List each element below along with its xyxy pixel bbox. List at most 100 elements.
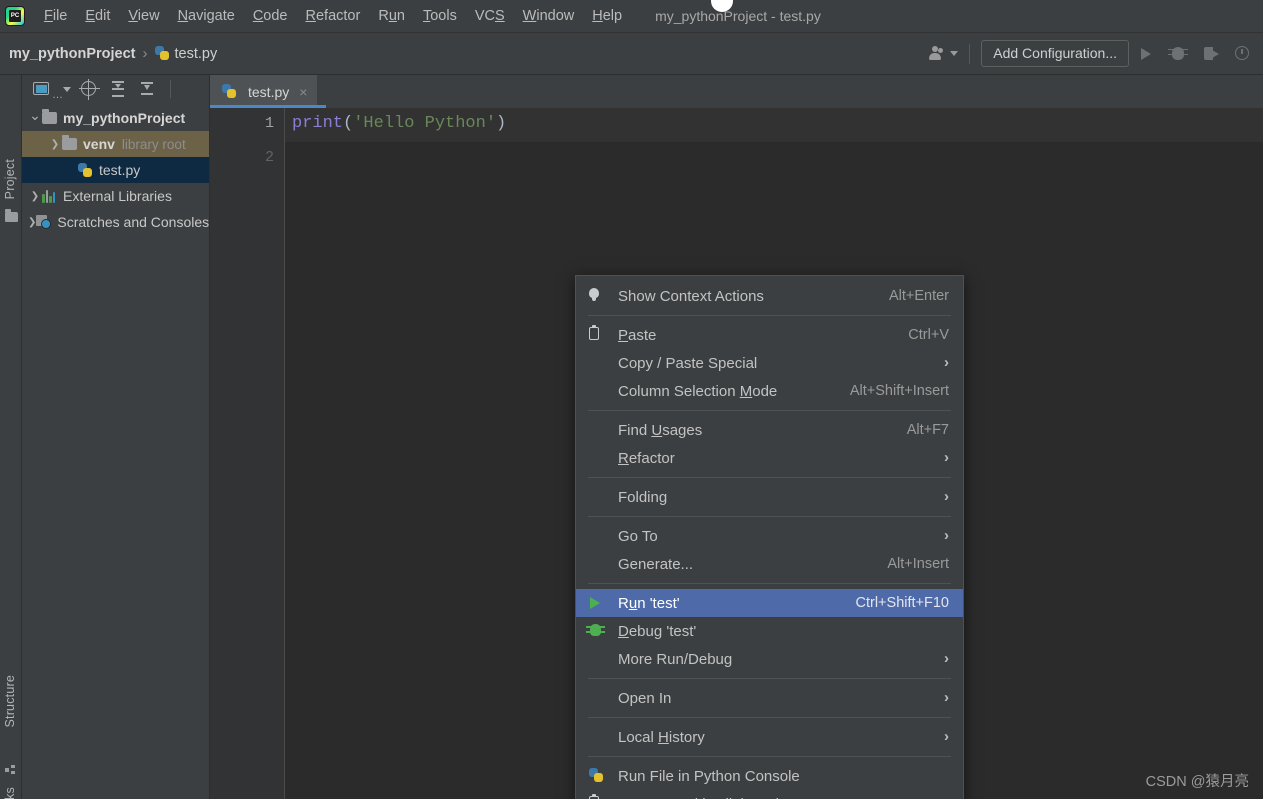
menu-help[interactable]: Help [583, 3, 631, 29]
debug-icon [576, 617, 618, 645]
menu-window[interactable]: Window [514, 3, 584, 29]
menu-edit[interactable]: Edit [76, 3, 119, 29]
tree-label: External Libraries [63, 188, 172, 204]
no-icon [576, 483, 618, 511]
chevron-right-icon: › [944, 689, 949, 706]
add-configuration-button[interactable]: Add Configuration... [981, 40, 1129, 67]
editor-context-menu: Show Context Actions Alt+Enter Paste Ctr… [575, 275, 964, 799]
menu-item-more-run-debug[interactable]: More Run/Debug › [576, 645, 963, 673]
menu-code[interactable]: Code [244, 3, 297, 29]
chevron-down-icon[interactable] [28, 110, 42, 127]
menu-item-local-history[interactable]: Local History › [576, 723, 963, 751]
project-view-selector-icon[interactable]: … [30, 78, 74, 101]
folder-icon [62, 135, 77, 150]
menu-item-folding[interactable]: Folding › [576, 483, 963, 511]
debug-button[interactable] [1163, 41, 1193, 67]
lightbulb-icon [576, 282, 618, 310]
attach-process-button[interactable] [1195, 41, 1225, 67]
tree-row-test-py[interactable]: test.py [22, 157, 209, 183]
menu-refactor[interactable]: Refactor [297, 3, 370, 29]
menu-vcs[interactable]: VCS [466, 3, 514, 29]
python-file-icon [222, 84, 237, 99]
menu-item-label: Find Usages [618, 421, 703, 439]
breadcrumb-project[interactable]: my_pythonProject [9, 46, 136, 62]
menu-item-go-to[interactable]: Go To › [576, 522, 963, 550]
menu-item-label: Debug 'test' [618, 622, 697, 640]
chevron-right-icon[interactable] [28, 190, 42, 202]
chevron-down-icon[interactable] [950, 51, 959, 56]
locate-file-icon[interactable] [77, 78, 103, 100]
tree-row-project-root[interactable]: my_pythonProject [22, 105, 209, 131]
editor-tab-bar: test.py × [210, 75, 1263, 108]
tree-row-venv[interactable]: venv library root [22, 131, 209, 157]
breadcrumb-separator: › [142, 45, 148, 62]
menu-item-label: Refactor [618, 449, 675, 467]
no-icon [576, 377, 618, 405]
python-icon [576, 762, 618, 790]
tool-window-project-label[interactable]: Project [3, 159, 17, 199]
menu-item-label: Compare with Clipboard [618, 796, 949, 799]
expand-all-icon[interactable] [106, 78, 132, 100]
tree-label: Scratches and Consoles [57, 214, 209, 230]
left-tool-strip: Project Structure Bookmarks [0, 75, 22, 799]
menu-divider [588, 583, 951, 584]
menu-divider [588, 410, 951, 411]
menu-divider [588, 756, 951, 757]
menu-item-column-selection-mode[interactable]: Column Selection Mode Alt+Shift+Insert [576, 377, 963, 405]
collapse-all-icon[interactable] [135, 78, 161, 100]
project-folder-icon [5, 209, 18, 222]
line-number: 1 [264, 115, 274, 132]
menu-item-run-file-in-python-console[interactable]: Run File in Python Console [576, 762, 963, 790]
menu-divider [588, 516, 951, 517]
pycharm-window: PC File Edit View Navigate Code Refactor… [0, 0, 1263, 799]
code-line-1[interactable]: print('Hello Python') [292, 114, 506, 133]
run-button[interactable] [1131, 41, 1161, 67]
menu-item-label: Paste [618, 326, 657, 344]
navigation-bar: my_pythonProject › test.py Add Configura… [0, 33, 1263, 75]
libraries-icon [42, 189, 57, 203]
toolbar-divider [969, 43, 971, 64]
chevron-right-icon[interactable] [28, 216, 36, 228]
tool-window-bookmarks-label[interactable]: Bookmarks [3, 787, 17, 799]
menu-run[interactable]: Run [369, 3, 414, 29]
code-token-open-paren: ( [343, 114, 354, 133]
menu-file[interactable]: File [35, 3, 76, 29]
menu-item-label: Column Selection Mode [618, 382, 778, 400]
menu-item-show-context-actions[interactable]: Show Context Actions Alt+Enter [576, 282, 963, 310]
user-settings-icon[interactable] [928, 46, 945, 61]
menu-item-paste[interactable]: Paste Ctrl+V [576, 321, 963, 349]
tree-row-external-libraries[interactable]: External Libraries [22, 183, 209, 209]
menu-view[interactable]: View [119, 3, 168, 29]
code-token-function: print [292, 114, 344, 133]
menu-item-run-test[interactable]: Run 'test' Ctrl+Shift+F10 [576, 589, 963, 617]
menu-item-label: Run File in Python Console [618, 767, 800, 785]
menu-item-compare-with-clipboard[interactable]: Compare with Clipboard [576, 790, 963, 799]
menu-item-open-in[interactable]: Open In › [576, 684, 963, 712]
menu-item-refactor[interactable]: Refactor › [576, 444, 963, 472]
menu-item-shortcut: Alt+F7 [906, 422, 949, 438]
structure-icon [5, 765, 15, 774]
menu-item-label: Generate... [618, 555, 694, 573]
toolbar-divider [170, 80, 171, 98]
editor-gutter[interactable]: 1 2 [210, 108, 285, 799]
menu-item-shortcut: Alt+Insert [887, 556, 949, 572]
menu-navigate[interactable]: Navigate [169, 3, 244, 29]
tree-row-scratches-and-consoles[interactable]: Scratches and Consoles [22, 209, 209, 235]
menu-item-generate[interactable]: Generate... Alt+Insert [576, 550, 963, 578]
menu-item-debug-test[interactable]: Debug 'test' [576, 617, 963, 645]
tab-test-py[interactable]: test.py × [210, 75, 318, 108]
menu-item-copy-paste-special[interactable]: Copy / Paste Special › [576, 349, 963, 377]
chevron-right-icon: › [944, 650, 949, 667]
menu-tools[interactable]: Tools [414, 3, 466, 29]
no-icon [576, 684, 618, 712]
no-icon [576, 349, 618, 377]
menu-item-shortcut: Ctrl+V [908, 327, 949, 343]
code-token-close-paren: ) [496, 114, 507, 133]
pycharm-logo-text: PC [9, 10, 21, 22]
breadcrumb-file[interactable]: test.py [175, 46, 218, 62]
menu-item-find-usages[interactable]: Find Usages Alt+F7 [576, 416, 963, 444]
chevron-right-icon[interactable] [48, 138, 62, 150]
close-icon[interactable]: × [299, 84, 307, 100]
history-button[interactable] [1227, 41, 1257, 67]
tool-window-structure-label[interactable]: Structure [3, 675, 17, 728]
